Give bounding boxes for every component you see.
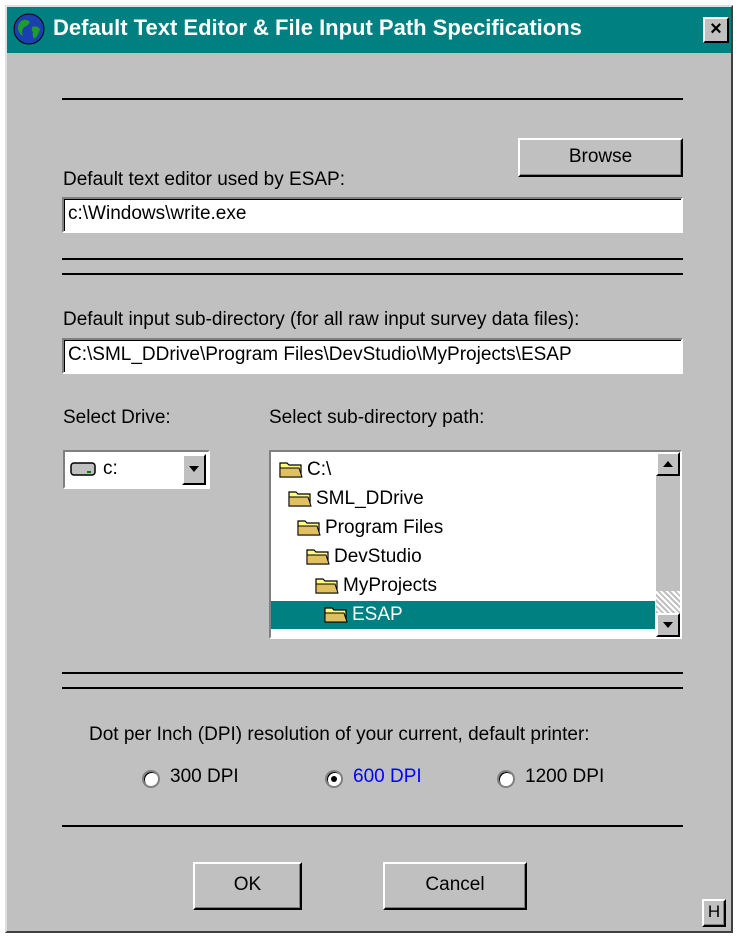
drive-label: Select Drive: [63, 407, 171, 428]
globe-icon [13, 13, 45, 45]
directory-item-label: C:\ [307, 459, 332, 480]
dpi-option-label: 300 DPI [170, 766, 239, 787]
dpi-label: Dot per Inch (DPI) resolution of your cu… [89, 724, 590, 745]
drive-icon [70, 462, 96, 476]
divider [62, 825, 683, 827]
folder-icon [315, 578, 339, 594]
open-folder-icon [324, 607, 348, 623]
radio-button[interactable] [325, 770, 343, 788]
folder-icon [297, 520, 321, 536]
folder-icon [288, 491, 312, 507]
folder-icon [279, 462, 303, 478]
input-dir-field[interactable]: C:\SML_DDrive\Program Files\DevStudio\My… [62, 338, 683, 374]
directory-item[interactable]: ESAP [271, 601, 655, 629]
radio-button[interactable] [497, 770, 515, 788]
directory-item-label: SML_DDrive [316, 488, 424, 509]
arrow-down-icon [663, 622, 673, 628]
dir-tree-label: Select sub-directory path: [269, 407, 485, 428]
editor-label: Default text editor used by ESAP: [63, 169, 345, 190]
radio-button[interactable] [142, 770, 160, 788]
drive-select[interactable]: c: [63, 450, 210, 489]
browse-button[interactable]: Browse [518, 138, 683, 177]
divider [62, 273, 683, 275]
window-title: Default Text Editor & File Input Path Sp… [53, 15, 582, 40]
close-button[interactable]: × [703, 17, 729, 43]
directory-item-label: MyProjects [343, 575, 437, 596]
title-bar[interactable]: Default Text Editor & File Input Path Sp… [7, 7, 731, 53]
divider [62, 672, 683, 674]
dialog-window: Default Text Editor & File Input Path Sp… [5, 5, 733, 933]
divider [62, 258, 683, 260]
directory-scrollbar[interactable] [656, 452, 680, 637]
chevron-down-icon [189, 466, 199, 472]
dpi-option-label: 1200 DPI [525, 766, 605, 787]
cancel-button[interactable]: Cancel [383, 862, 527, 910]
drive-dropdown-button[interactable] [182, 454, 206, 485]
scroll-down-button[interactable] [656, 613, 680, 637]
directory-item-label: DevStudio [334, 546, 422, 567]
drive-value: c: [103, 458, 118, 479]
input-dir-label: Default input sub-directory (for all raw… [63, 309, 580, 330]
directory-item-label: ESAP [352, 604, 403, 625]
divider [62, 98, 683, 100]
help-button[interactable]: H [702, 899, 726, 927]
scroll-up-button[interactable] [656, 452, 680, 476]
folder-icon [306, 549, 330, 565]
ok-button[interactable]: OK [193, 862, 302, 910]
divider [62, 687, 683, 689]
scroll-track[interactable] [656, 591, 680, 613]
arrow-up-icon [663, 461, 673, 467]
editor-path-field[interactable]: c:\Windows\write.exe [62, 197, 683, 233]
directory-item-label: Program Files [325, 517, 444, 538]
radio-dot [331, 776, 337, 782]
directory-tree[interactable]: C:\ SML_DDrive Program Files DevStudio MyPro… [269, 450, 682, 639]
dpi-option-label: 600 DPI [353, 766, 422, 787]
